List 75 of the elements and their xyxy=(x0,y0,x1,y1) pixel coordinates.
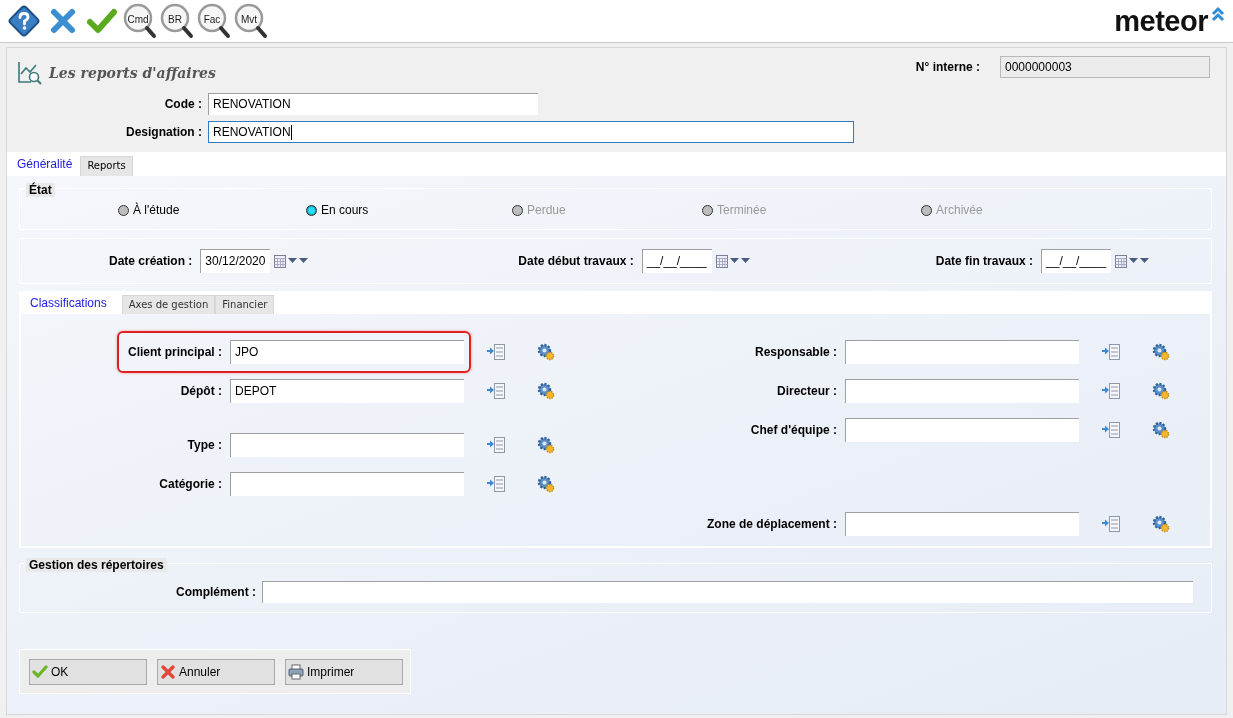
lookup-button[interactable]: BR xyxy=(160,2,194,40)
logo-text: meteor xyxy=(1114,4,1208,38)
magnifier-icon xyxy=(160,3,194,39)
field-label: Code : xyxy=(163,97,202,111)
gear-icon[interactable] xyxy=(1152,515,1170,533)
printer-icon xyxy=(288,663,304,680)
magnifier-icon xyxy=(123,3,157,39)
input-field[interactable] xyxy=(845,340,1079,364)
gear-icon[interactable] xyxy=(1152,343,1170,361)
cancel-button[interactable]: Annuler xyxy=(157,658,275,685)
input-field[interactable]: DEPOT xyxy=(230,379,464,403)
text-cursor xyxy=(290,125,292,141)
input-field[interactable] xyxy=(845,418,1079,442)
internal-number-field: 0000000003 xyxy=(1000,56,1210,78)
field-label: Date fin travaux : xyxy=(935,254,1034,268)
field-label: N° interne : xyxy=(915,60,980,74)
gear-icon[interactable] xyxy=(537,436,555,454)
list-arrow-icon[interactable] xyxy=(487,437,505,453)
field-label: Type : xyxy=(187,438,222,452)
print-button[interactable]: Imprimer xyxy=(285,658,403,685)
calendar-icon[interactable] xyxy=(274,254,287,268)
tab[interactable]: Reports xyxy=(80,156,133,176)
date-field[interactable]: __/__/____ xyxy=(1041,249,1112,273)
field-label: Catégorie : xyxy=(159,477,222,491)
checkmark-icon xyxy=(32,664,48,679)
field-label: Chef d'équipe : xyxy=(750,423,837,437)
list-arrow-icon[interactable] xyxy=(1102,516,1120,532)
input-field[interactable] xyxy=(845,379,1079,403)
radio-option[interactable]: En cours xyxy=(306,203,512,217)
magnifier-icon xyxy=(197,3,231,39)
logo-icon xyxy=(1211,6,1225,24)
lookup-button[interactable]: Cmd xyxy=(123,2,157,40)
list-arrow-icon[interactable] xyxy=(487,383,505,399)
list-arrow-icon[interactable] xyxy=(1102,383,1120,399)
input-field[interactable]: RENOVATION xyxy=(208,121,854,143)
cross-icon xyxy=(160,663,176,680)
field-label: Directeur : xyxy=(776,384,837,398)
input-field[interactable] xyxy=(230,433,464,457)
tab[interactable]: Axes de gestion xyxy=(121,295,216,314)
lookup-button[interactable]: Mvt xyxy=(234,2,268,40)
field-label: Designation : xyxy=(125,125,202,139)
input-field[interactable]: JPO xyxy=(230,340,464,364)
group-title: État xyxy=(26,183,55,197)
list-arrow-icon[interactable] xyxy=(487,476,505,492)
input-field[interactable]: RENOVATION xyxy=(208,93,538,115)
field-label: Date création : xyxy=(109,254,193,268)
chart-search-icon xyxy=(17,60,43,86)
field-label: Client principal : xyxy=(128,345,222,359)
gear-icon[interactable] xyxy=(537,343,555,361)
magnifier-icon xyxy=(234,3,268,39)
field-label: Complément : xyxy=(176,585,256,599)
input-field[interactable] xyxy=(262,581,1193,603)
calendar-icon[interactable] xyxy=(715,254,728,268)
form-title: Les reports d'affaires xyxy=(49,65,216,81)
calendar-icon[interactable] xyxy=(1115,254,1128,268)
gear-icon[interactable] xyxy=(1152,382,1170,400)
field-label: Responsable : xyxy=(754,345,837,359)
date-field[interactable]: 30/12/2020 xyxy=(200,249,271,273)
date-field[interactable]: __/__/____ xyxy=(641,249,712,273)
field-label: Date début travaux : xyxy=(518,254,634,268)
tab[interactable]: Financier xyxy=(215,295,275,314)
gear-icon[interactable] xyxy=(1152,421,1170,439)
gear-icon[interactable] xyxy=(537,475,555,493)
input-field[interactable] xyxy=(845,512,1079,536)
group-title: Gestion des répertoires xyxy=(26,558,167,572)
list-arrow-icon[interactable] xyxy=(487,344,505,360)
lookup-button[interactable]: Fac xyxy=(197,2,231,40)
ok-button[interactable]: OK xyxy=(29,658,147,685)
gear-icon[interactable] xyxy=(537,382,555,400)
list-arrow-icon[interactable] xyxy=(1102,344,1120,360)
input-field[interactable] xyxy=(230,472,464,496)
radio-option[interactable]: À l'étude xyxy=(118,203,306,217)
list-arrow-icon[interactable] xyxy=(1102,422,1120,438)
field-label: Dépôt : xyxy=(180,384,222,398)
field-label: Zone de déplacement : xyxy=(706,517,837,531)
